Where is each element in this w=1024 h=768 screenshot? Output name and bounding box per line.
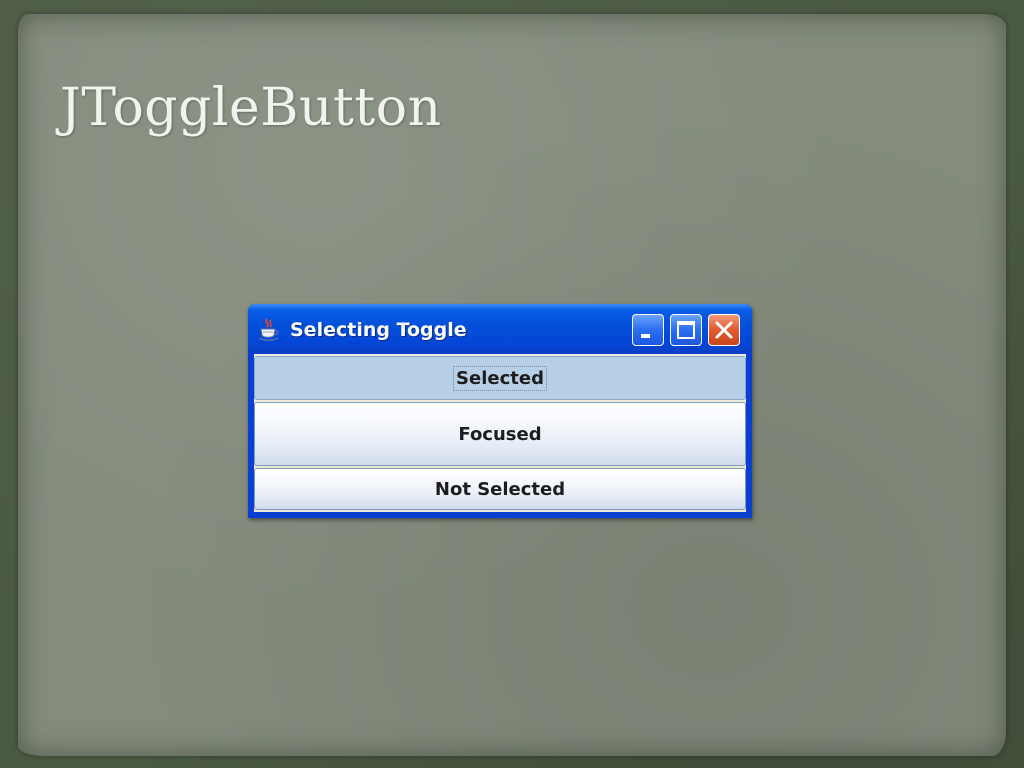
app-window: Selecting Toggle Selected Focused Not Se…: [248, 304, 752, 518]
maximize-button[interactable]: [670, 314, 702, 346]
close-icon: [715, 321, 733, 339]
toggle-button-not-selected[interactable]: Not Selected: [254, 468, 746, 510]
toggle-button-selected[interactable]: Selected: [254, 356, 746, 400]
toggle-label: Selected: [453, 365, 547, 391]
toggle-label: Focused: [458, 423, 542, 445]
minimize-icon: [641, 334, 650, 338]
window-titlebar[interactable]: Selecting Toggle: [248, 304, 752, 352]
java-cup-icon[interactable]: [258, 317, 280, 341]
close-button[interactable]: [708, 314, 740, 346]
window-content: Selected Focused Not Selected: [254, 354, 746, 512]
maximize-icon: [677, 321, 695, 339]
slide: JToggleButton Selecting Toggle Selected …: [0, 0, 1024, 768]
toggle-label: Not Selected: [434, 478, 566, 500]
slide-title: JToggleButton: [60, 78, 442, 138]
window-title: Selecting Toggle: [290, 319, 467, 341]
minimize-button[interactable]: [632, 314, 664, 346]
toggle-button-focused[interactable]: Focused: [254, 402, 746, 466]
